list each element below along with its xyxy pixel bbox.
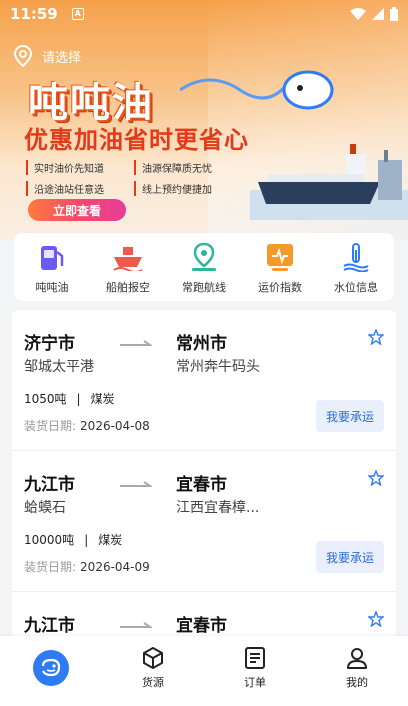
destination-city: 宜春市 [176,616,227,636]
origin-city: 九江市 [24,475,75,495]
signal-icon [372,8,384,20]
banner-feature: 实时油价先知道 [26,160,130,175]
loading-date-label: 装货日期: [24,419,77,433]
accept-shipment-button[interactable]: 我要承运 [316,541,384,573]
location-selector[interactable]: 请选择 [12,44,81,68]
menu-item-label: 运价指数 [258,281,302,294]
arrow-right-icon [120,340,152,346]
star-icon[interactable] [368,329,384,345]
view-now-button[interactable]: 立即查看 [28,199,126,221]
star-icon[interactable] [368,611,384,627]
notification-a-icon: A [71,8,84,20]
status-icons [350,7,398,21]
menu-item-label: 水位信息 [334,281,378,294]
battery-icon [390,7,398,21]
quick-menu: 吨吨油 船舶报空 常跑航线 运价指数 水位信息 [14,233,394,301]
tonnage: 1050吨 [24,392,67,406]
arrow-right-icon [120,481,152,487]
tab-label: 我的 [346,676,368,689]
menu-item-label: 吨吨油 [35,281,69,294]
origin-city: 济宁市 [24,334,75,354]
menu-item-common-routes[interactable]: 常跑航线 [169,241,239,295]
destination-port: 常州奔牛码头 [176,359,260,375]
location-placeholder: 请选择 [42,50,82,66]
ship-icon [112,241,144,273]
banner-slogan: 优惠加油省时更省心 [24,126,249,154]
loading-date-value: 2026-04-09 [80,560,150,574]
cargo-type: 煤炭 [98,533,123,547]
route-pin-icon [188,241,220,273]
banner-feature-list: 实时油价先知道 油源保障质无忧 沿途油站任意选 线上预约便捷加 [26,160,238,196]
star-icon[interactable] [368,470,384,486]
origin-city: 九江市 [24,616,75,636]
menu-item-label: 船舶报空 [106,281,150,294]
cargo-meta: 10000吨 | 煤炭 [24,533,123,547]
banner-feature: 线上预约便捷加 [134,181,238,196]
cargo-type: 煤炭 [90,392,115,406]
status-bar: 11:59 A [0,0,408,28]
arrow-right-icon [120,622,152,628]
banner-feature: 沿途油站任意选 [26,181,130,196]
origin-port: 蛤蟆石 [24,500,66,516]
tonnage: 10000吨 [24,533,75,547]
tab-orders[interactable]: 订单 [225,646,285,690]
cargo-card[interactable]: 九江市 宜春市 蛤蟆石 江西宜春樟... 10000吨 | 煤炭 装货日期: 2026… [12,451,396,592]
tanker-ship-illustration [250,144,408,220]
user-icon [347,648,367,669]
tab-cargo-source[interactable]: 货源 [123,646,183,690]
hero-banner[interactable]: 11:59 A 请选择 吨吨油 优惠加油省时更省心 实时油价先知道 油源保障质无… [0,0,408,240]
loading-date-value: 2026-04-08 [80,419,150,433]
menu-item-freight-index[interactable]: 运价指数 [245,241,315,295]
cargo-card[interactable]: 济宁市 常州市 邹城太平港 常州奔牛码头 1050吨 | 煤炭 装货日期: 2026-… [12,310,396,451]
menu-item-water-level[interactable]: 水位信息 [321,241,391,295]
tab-label: 订单 [244,676,266,689]
cargo-meta: 1050吨 | 煤炭 [24,392,115,406]
location-pin-icon [13,44,33,68]
wifi-icon [350,8,366,20]
fuel-pump-icon [36,241,68,273]
menu-item-ship-report[interactable]: 船舶报空 [93,241,163,295]
tab-home[interactable] [21,646,81,686]
home-whale-icon [33,650,69,686]
destination-city: 宜春市 [176,475,227,495]
banner-feature: 油源保障质无忧 [134,160,238,175]
chart-index-icon [264,241,296,273]
status-time: 11:59 [10,5,58,23]
cube-icon [143,647,163,669]
menu-item-label: 常跑航线 [182,281,226,294]
destination-city: 常州市 [176,334,227,354]
whale-mascot-icon [180,70,334,110]
tab-label: 货源 [142,676,164,689]
document-icon [245,647,265,669]
water-level-icon [340,241,372,273]
menu-item-dundun-oil[interactable]: 吨吨油 [17,241,87,295]
origin-port: 邹城太平港 [24,359,94,375]
destination-port: 江西宜春樟... [176,500,260,516]
tab-profile[interactable]: 我的 [327,646,387,690]
loading-date: 装货日期: 2026-04-09 [24,558,150,575]
bottom-tab-bar: 货源 订单 我的 [0,636,408,706]
loading-date-label: 装货日期: [24,560,77,574]
loading-date: 装货日期: 2026-04-08 [24,417,150,434]
accept-shipment-button[interactable]: 我要承运 [316,400,384,432]
